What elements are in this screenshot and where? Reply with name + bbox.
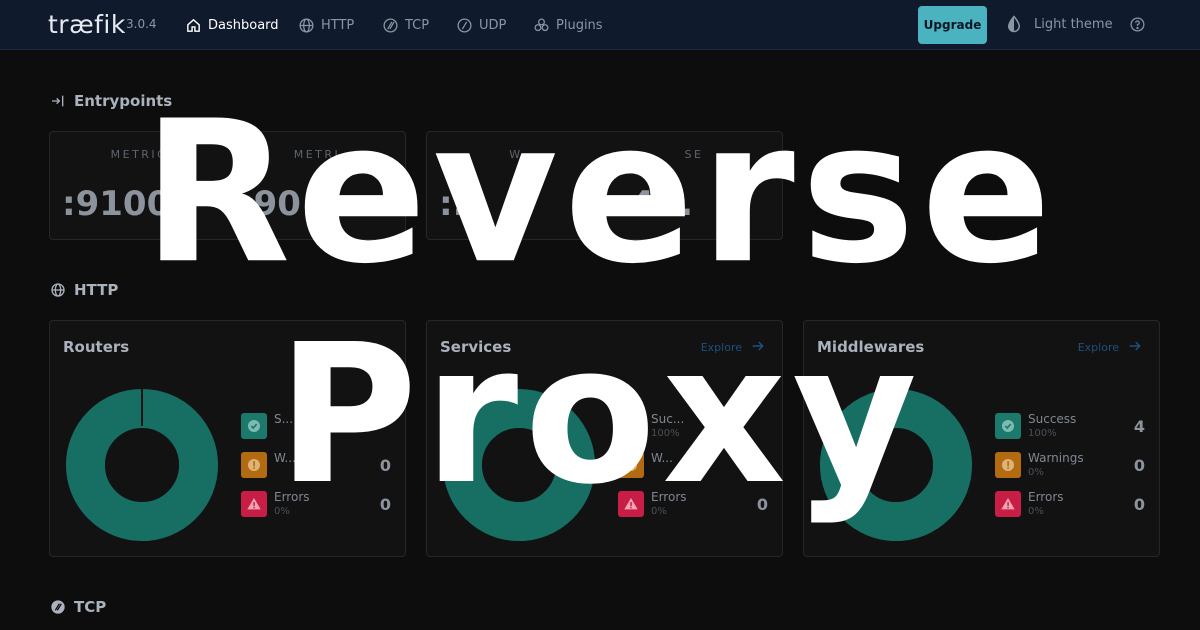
udp-icon	[457, 17, 472, 33]
globe-icon	[299, 17, 314, 33]
home-icon	[187, 18, 200, 32]
nav-item-plugins[interactable]: Plugins	[533, 15, 603, 35]
nav-item-label: Dashboard	[208, 17, 279, 33]
nav-item-http[interactable]: HTTP	[298, 15, 354, 35]
theme-toggle-label: Light theme	[1034, 16, 1113, 32]
tcp-icon	[51, 600, 65, 614]
nav-item-udp[interactable]: UDP	[456, 15, 506, 35]
overlay-headline-line-1: Reverse	[142, 79, 1058, 308]
nav-item-label: HTTP	[321, 17, 355, 33]
nav-item-dashboard[interactable]: Dashboard	[185, 15, 279, 35]
overlay-headline-line-2: Proxy	[276, 304, 924, 527]
section-heading-label: TCP	[74, 598, 107, 616]
nav-item-label: UDP	[479, 17, 507, 33]
nav-item-tcp[interactable]: TCP	[382, 15, 429, 35]
top-navigation-bar: træfik 3.0.4 Dashboard HTTP TCP UDP Plug…	[0, 0, 1200, 50]
contrast-icon	[1007, 15, 1021, 33]
theme-toggle-button[interactable]: Light theme	[1005, 15, 1113, 33]
section-heading-tcp: TCP	[50, 598, 106, 616]
nav-item-label: TCP	[405, 17, 430, 33]
upgrade-button[interactable]: Upgrade	[918, 6, 987, 44]
traefik-logo[interactable]: træfik	[48, 10, 126, 39]
help-icon[interactable]	[1129, 16, 1146, 33]
nav-item-label: Plugins	[556, 17, 603, 33]
plugins-icon	[534, 17, 549, 31]
tcp-icon	[383, 17, 398, 33]
version-label: 3.0.4	[126, 17, 157, 31]
